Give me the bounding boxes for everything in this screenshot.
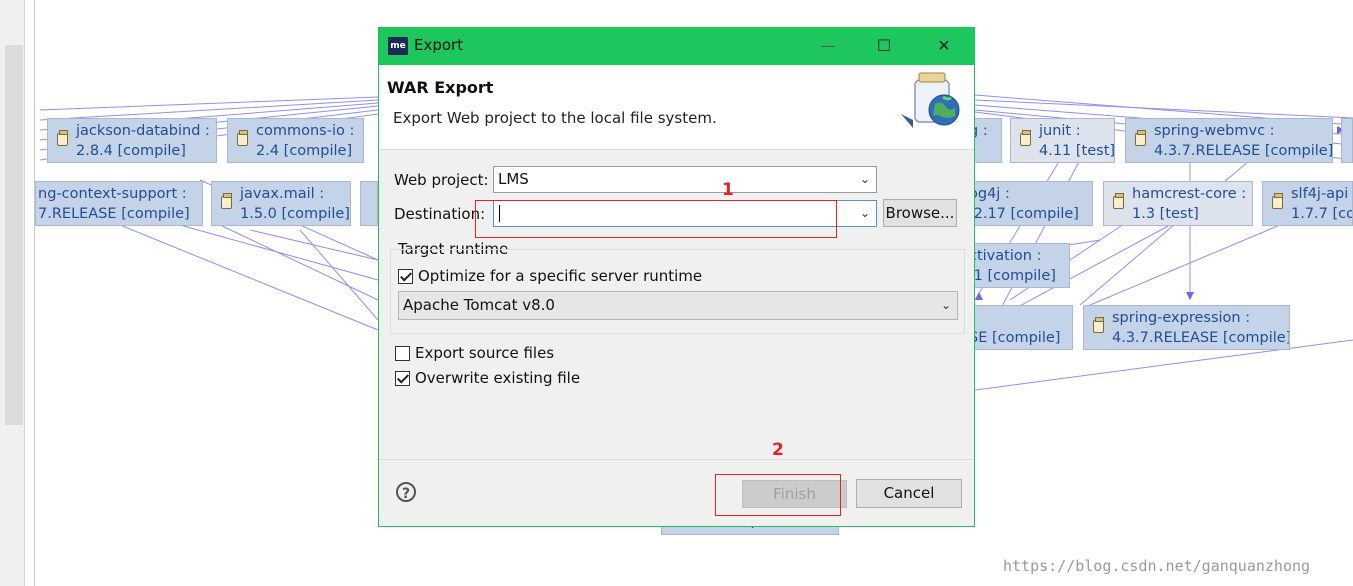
graph-node-spring-webmvc[interactable]: spring-webmvc :4.3.7.RELEASE [compile] — [1125, 118, 1333, 163]
jar-icon — [1272, 193, 1283, 209]
graph-node-jackson-databind[interactable]: jackson-databind :2.8.4 [compile] — [47, 118, 217, 163]
chevron-down-icon: ⌄ — [859, 206, 870, 220]
web-project-label: Web project: — [394, 171, 489, 189]
dialog-titlebar[interactable]: me Export — ☐ ✕ — [379, 28, 974, 65]
left-scrollbar[interactable] — [5, 45, 23, 425]
cancel-button[interactable]: Cancel — [856, 479, 962, 508]
graph-node-junit[interactable]: junit :4.11 [test] — [1010, 118, 1115, 163]
dialog-title: Export — [414, 36, 464, 54]
export-dialog: me Export — ☐ ✕ WAR Export Export Web pr… — [378, 27, 975, 527]
annotation-box-1 — [475, 200, 837, 238]
browse-button[interactable]: Browse... — [883, 199, 957, 227]
jar-icon — [237, 130, 248, 146]
annotation-number-2: 2 — [772, 440, 784, 460]
graph-node-spring-context-support[interactable]: ng-context-support :7.RELEASE [compile] — [35, 181, 203, 226]
overwrite-label: Overwrite existing file — [415, 369, 581, 387]
left-panel-edge — [0, 0, 25, 586]
jar-icon — [57, 130, 68, 146]
maximize-button[interactable]: ☐ — [869, 34, 899, 58]
destination-label: Destination: — [394, 205, 486, 223]
wizard-banner: WAR Export Export Web project to the loc… — [379, 65, 974, 150]
chevron-down-icon: ⌄ — [940, 298, 951, 312]
editor-border — [34, 0, 35, 586]
web-project-combo[interactable]: LMS ⌄ — [493, 166, 877, 193]
jar-icon — [221, 193, 232, 209]
graph-node-partial-release[interactable]: :SE [compile] — [960, 305, 1073, 350]
chevron-down-icon: ⌄ — [859, 172, 870, 186]
graph-node-javax-mail[interactable]: javax.mail :1.5.0 [compile] — [211, 181, 351, 226]
target-runtime-group: Optimize for a specific server runtime A… — [390, 249, 965, 334]
minimize-button[interactable]: — — [813, 34, 843, 58]
wizard-description: Export Web project to the local file sys… — [393, 109, 717, 127]
annotation-box-2 — [715, 474, 841, 516]
jar-icon — [1020, 130, 1031, 146]
help-icon[interactable]: ? — [396, 482, 416, 502]
graph-node-activation[interactable]: ctivation : .1 [compile] — [960, 243, 1070, 288]
export-source-checkbox[interactable] — [395, 346, 410, 361]
runtime-combo[interactable]: Apache Tomcat v8.0 ⌄ — [398, 291, 958, 320]
watermark: https://blog.csdn.net/ganquanzhong — [1003, 557, 1311, 575]
jar-icon — [1093, 317, 1104, 333]
graph-node-slf4j-api[interactable]: slf4j-api :1.7.7 [co — [1262, 181, 1353, 226]
annotation-number-1: 1 — [722, 180, 734, 200]
graph-node-hamcrest-core[interactable]: hamcrest-core :1.3 [test] — [1103, 181, 1253, 226]
jar-icon — [1113, 193, 1124, 209]
graph-node-log4j[interactable]: og4j : .2.17 [compile] — [960, 181, 1093, 226]
optimize-label: Optimize for a specific server runtime — [418, 267, 703, 285]
close-button[interactable]: ✕ — [929, 34, 959, 58]
jar-icon — [1135, 130, 1146, 146]
graph-node-spring-expression[interactable]: spring-expression :4.3.7.RELEASE [compil… — [1083, 305, 1290, 350]
overwrite-checkbox[interactable] — [395, 371, 410, 386]
graph-node-commons-io[interactable]: commons-io :2.4 [compile] — [227, 118, 364, 163]
optimize-checkbox[interactable] — [398, 269, 413, 284]
footer-separator — [379, 459, 974, 460]
export-source-label: Export source files — [415, 344, 555, 362]
app-icon: me — [388, 37, 408, 55]
graph-node-partial-mid[interactable] — [360, 181, 378, 226]
wizard-title: WAR Export — [387, 78, 494, 97]
war-jar-globe-icon — [901, 72, 960, 128]
graph-node-partial-right[interactable] — [1341, 118, 1353, 163]
